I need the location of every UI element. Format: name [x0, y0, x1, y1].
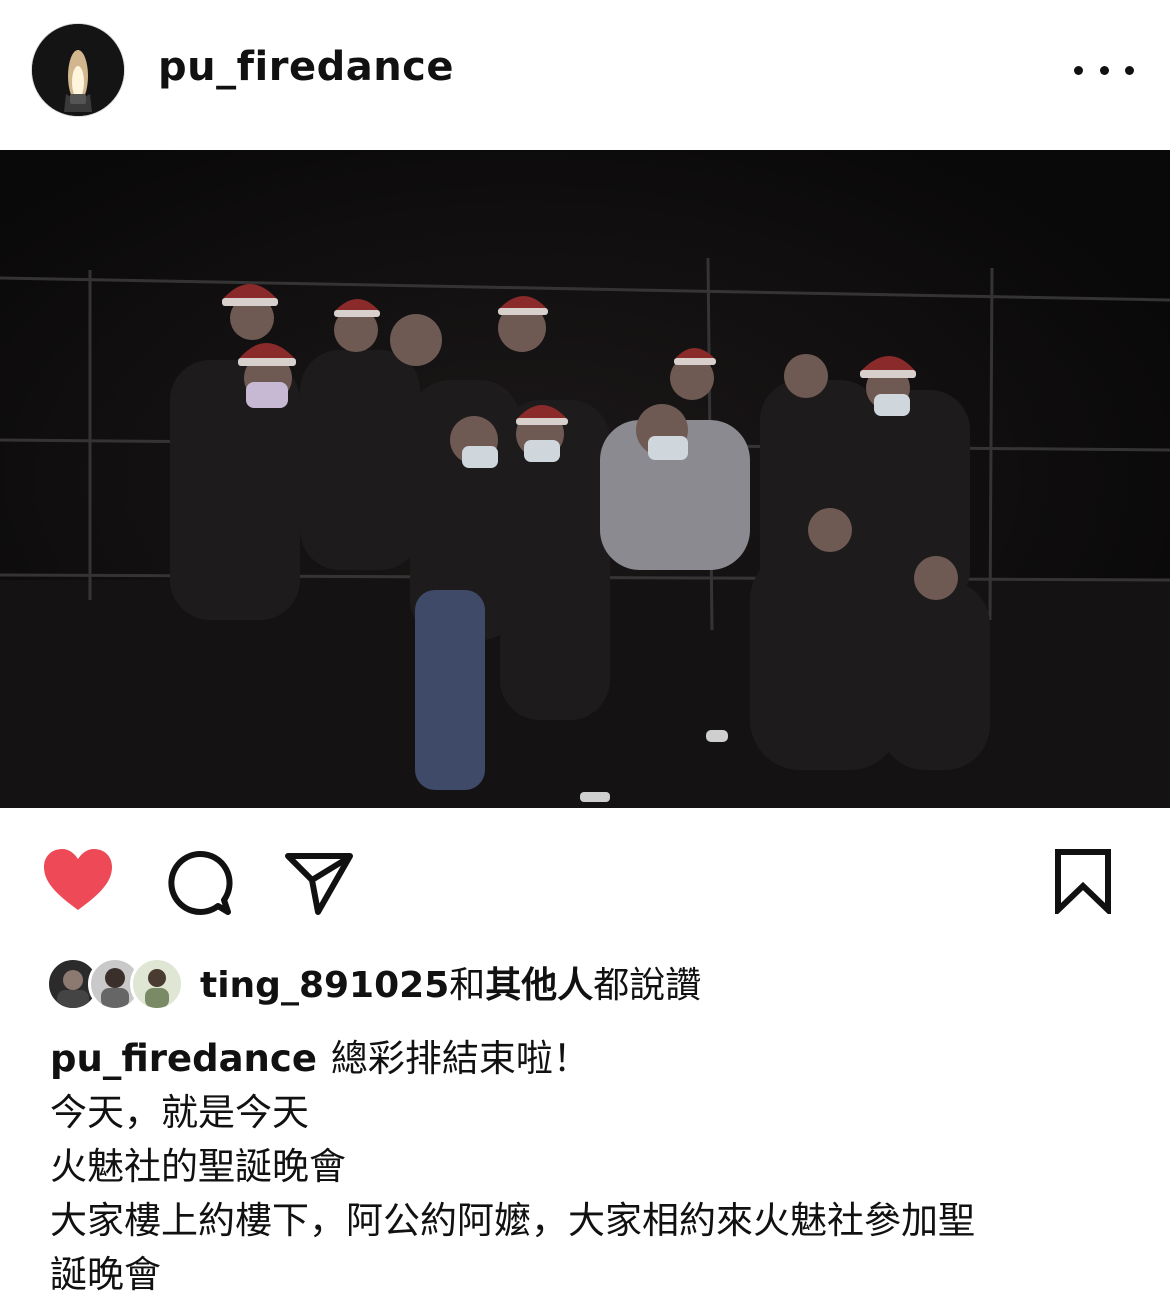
comment-bubble-icon: [168, 850, 233, 915]
liker-username[interactable]: ting_891025: [200, 965, 449, 1006]
more-dot: [1099, 65, 1109, 75]
group-photo-image: [0, 150, 1170, 808]
profile-avatar[interactable]: [32, 24, 124, 116]
bookmark-icon: [1055, 849, 1111, 918]
more-options-button[interactable]: [1074, 56, 1134, 84]
likes-summary[interactable]: ting_891025和其他人都說讚: [46, 952, 701, 1012]
more-horizontal-icon: [1074, 65, 1083, 75]
more-dot: [1125, 65, 1134, 75]
caption-line: 誕晚會: [50, 1253, 161, 1296]
post-photo[interactable]: [0, 150, 1170, 808]
action-bar: [0, 840, 1170, 920]
flame-icon: [32, 24, 124, 116]
comment-button[interactable]: [164, 848, 234, 918]
post-caption: pu_firedance 總彩排結束啦！ 今天，就是今天 火魅社的聖誕晚會 大家樓…: [50, 1032, 1130, 1302]
caption-first-line: pu_firedance 總彩排結束啦！: [50, 1032, 1130, 1086]
caption-line: 今天，就是今天: [50, 1091, 309, 1134]
save-button[interactable]: [1052, 848, 1114, 918]
caption-line: 火魅社的聖誕晚會: [50, 1145, 346, 1188]
post-header: pu_firedance: [0, 0, 1170, 150]
paper-plane-icon: [285, 853, 353, 915]
caption-username[interactable]: pu_firedance: [50, 1037, 317, 1080]
likes-connector: 和: [449, 965, 486, 1006]
likes-others[interactable]: 其他人: [485, 965, 593, 1006]
liker-avatar: [130, 957, 184, 1011]
heart-icon: [44, 849, 112, 910]
post-username[interactable]: pu_firedance: [158, 44, 454, 90]
likes-suffix: 都說讚: [593, 965, 702, 1006]
caption-line: 大家樓上約樓下，阿公約阿嬤，大家相約來火魅社參加聖: [50, 1199, 975, 1242]
caption-text: 總彩排結束啦！: [330, 1037, 590, 1080]
liker-avatars: [46, 955, 186, 1011]
like-button[interactable]: [42, 848, 114, 914]
share-button[interactable]: [284, 850, 354, 916]
likes-text: ting_891025和其他人都說讚: [200, 956, 701, 1008]
